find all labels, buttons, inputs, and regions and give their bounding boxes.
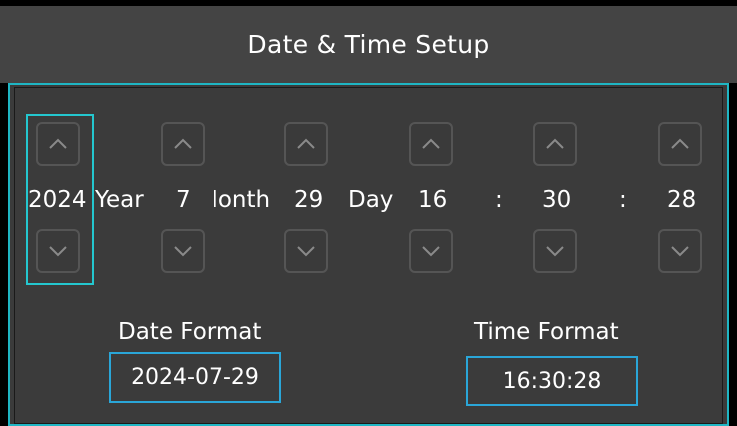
chevron-down-icon	[671, 246, 689, 257]
year-value[interactable]: 2024	[28, 185, 87, 215]
month-unit-label: Month	[214, 185, 271, 215]
hour-value[interactable]: 16	[418, 185, 447, 215]
month-unit-text: Month	[214, 187, 271, 213]
time-format-label: Time Format	[474, 319, 619, 345]
chevron-down-icon	[49, 246, 67, 257]
minute-up-button[interactable]	[533, 122, 577, 166]
day-value[interactable]: 29	[294, 185, 323, 215]
date-time-setup-window: Date & Time Setup 2024 Year 7 Month 29 D…	[0, 0, 737, 426]
chevron-down-icon	[546, 246, 564, 257]
chevron-down-icon	[174, 246, 192, 257]
hour-separator: :	[495, 187, 503, 213]
day-up-button[interactable]	[284, 122, 328, 166]
chevron-up-icon	[297, 138, 315, 149]
chevron-up-icon	[671, 138, 689, 149]
chevron-up-icon	[422, 138, 440, 149]
second-down-button[interactable]	[658, 229, 702, 273]
chevron-down-icon	[422, 246, 440, 257]
day-unit-label: Day	[348, 187, 394, 213]
date-format-label: Date Format	[118, 319, 262, 345]
window-title: Date & Time Setup	[247, 30, 490, 59]
hour-down-button[interactable]	[409, 229, 453, 273]
minute-down-button[interactable]	[533, 229, 577, 273]
chevron-up-icon	[174, 138, 192, 149]
second-value[interactable]: 28	[667, 185, 696, 215]
year-down-button[interactable]	[36, 229, 80, 273]
year-up-button[interactable]	[36, 122, 80, 166]
chevron-up-icon	[546, 138, 564, 149]
month-down-button[interactable]	[161, 229, 205, 273]
month-value[interactable]: 7	[176, 185, 191, 215]
hour-up-button[interactable]	[409, 122, 453, 166]
chevron-down-icon	[297, 246, 315, 257]
date-format-field[interactable]: 2024-07-29	[109, 352, 281, 403]
year-unit-label: Year	[95, 187, 144, 213]
chevron-up-icon	[49, 138, 67, 149]
minute-value[interactable]: 30	[542, 185, 571, 215]
day-down-button[interactable]	[284, 229, 328, 273]
title-bar: Date & Time Setup	[0, 6, 737, 83]
month-up-button[interactable]	[161, 122, 205, 166]
time-format-field[interactable]: 16:30:28	[466, 356, 638, 406]
second-up-button[interactable]	[658, 122, 702, 166]
date-format-value: 2024-07-29	[131, 365, 259, 390]
minute-separator: :	[619, 187, 627, 213]
time-format-value: 16:30:28	[502, 368, 602, 394]
